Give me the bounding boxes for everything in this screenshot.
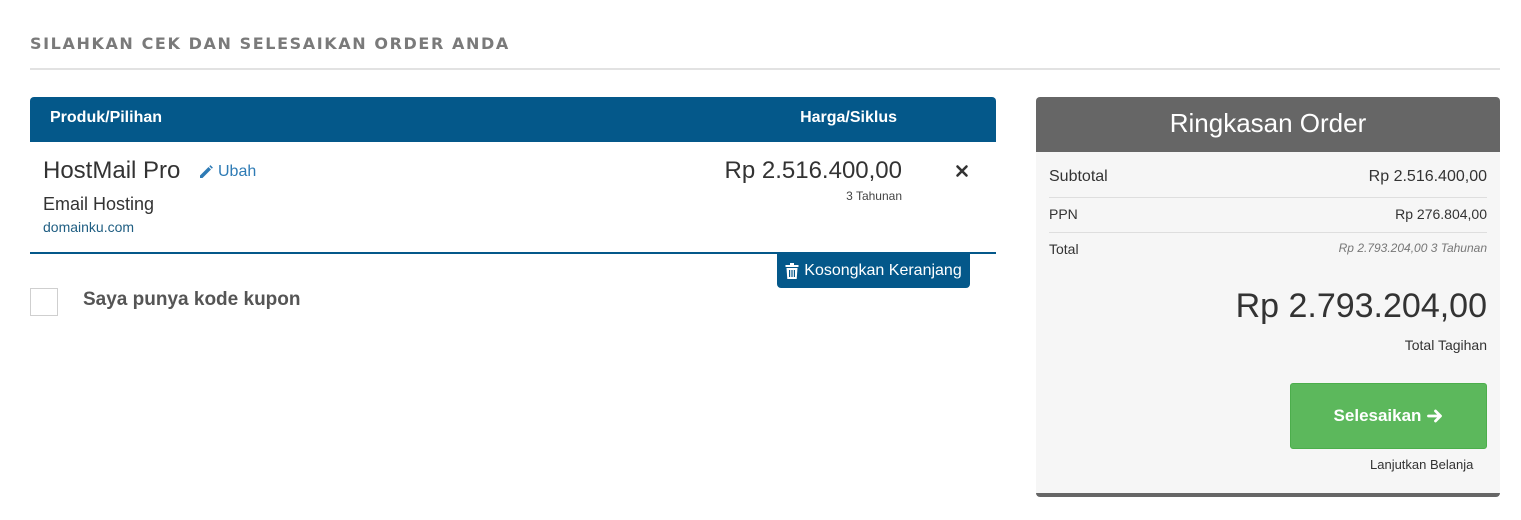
tax-line: PPN Rp 276.804,00: [1049, 198, 1487, 233]
remove-item-button[interactable]: [954, 163, 970, 179]
total-label: Total: [1049, 241, 1079, 257]
order-summary-panel: Ringkasan Order Subtotal Rp 2.516.400,00…: [1036, 97, 1500, 497]
item-price: Rp 2.516.400,00: [724, 157, 902, 184]
empty-cart-button[interactable]: Kosongkan Keranjang: [777, 254, 970, 288]
product-column-header: Produk/Pilihan: [50, 109, 163, 126]
order-summary-header: Ringkasan Order: [1036, 97, 1500, 152]
empty-cart-label: Kosongkan Keranjang: [804, 262, 962, 279]
product-group: Email Hosting: [43, 194, 155, 214]
checkout-label: Selesaikan: [1333, 406, 1422, 425]
grand-total-label: Total Tagihan: [1404, 337, 1487, 353]
grand-total-amount: Rp 2.793.204,00: [1235, 287, 1487, 325]
arrow-right-icon: [1427, 409, 1443, 423]
tax-value: Rp 276.804,00: [1395, 206, 1487, 222]
page-heading: SILAHKAN CEK DAN SELESAIKAN ORDER ANDA: [30, 34, 510, 53]
product-domain: domainku.com: [43, 219, 135, 235]
product-name: HostMail Pro: [43, 157, 181, 184]
checkout-button[interactable]: Selesaikan: [1290, 383, 1487, 449]
heading-divider: [30, 68, 1500, 70]
cart-item-row: HostMail Pro Ubah Email Hosting domainku…: [30, 142, 996, 254]
item-billing-cycle: 3 Tahunan: [846, 189, 902, 203]
coupon-checkbox[interactable]: [30, 288, 58, 316]
subtotal-label: Subtotal: [1049, 168, 1108, 185]
subtotal-value: Rp 2.516.400,00: [1368, 168, 1487, 185]
tax-label: PPN: [1049, 206, 1078, 222]
order-summary-title: Ringkasan Order: [1169, 108, 1367, 138]
pencil-icon: [200, 165, 213, 178]
total-value: Rp 2.793.204,00 3 Tahunan: [1338, 241, 1487, 255]
edit-link-label: Ubah: [218, 163, 257, 180]
total-line: Total Rp 2.793.204,00 3 Tahunan: [1049, 233, 1487, 263]
price-column-header: Harga/Siklus: [800, 109, 897, 126]
trash-icon: [785, 263, 799, 279]
close-icon: [956, 165, 968, 177]
cart-table-header: Produk/Pilihan Harga/Siklus: [30, 97, 996, 142]
subtotal-line: Subtotal Rp 2.516.400,00: [1049, 161, 1487, 198]
edit-product-link[interactable]: Ubah: [198, 163, 256, 181]
continue-shopping-link[interactable]: Lanjutkan Belanja: [1370, 457, 1473, 472]
coupon-label[interactable]: Saya punya kode kupon: [83, 289, 301, 311]
